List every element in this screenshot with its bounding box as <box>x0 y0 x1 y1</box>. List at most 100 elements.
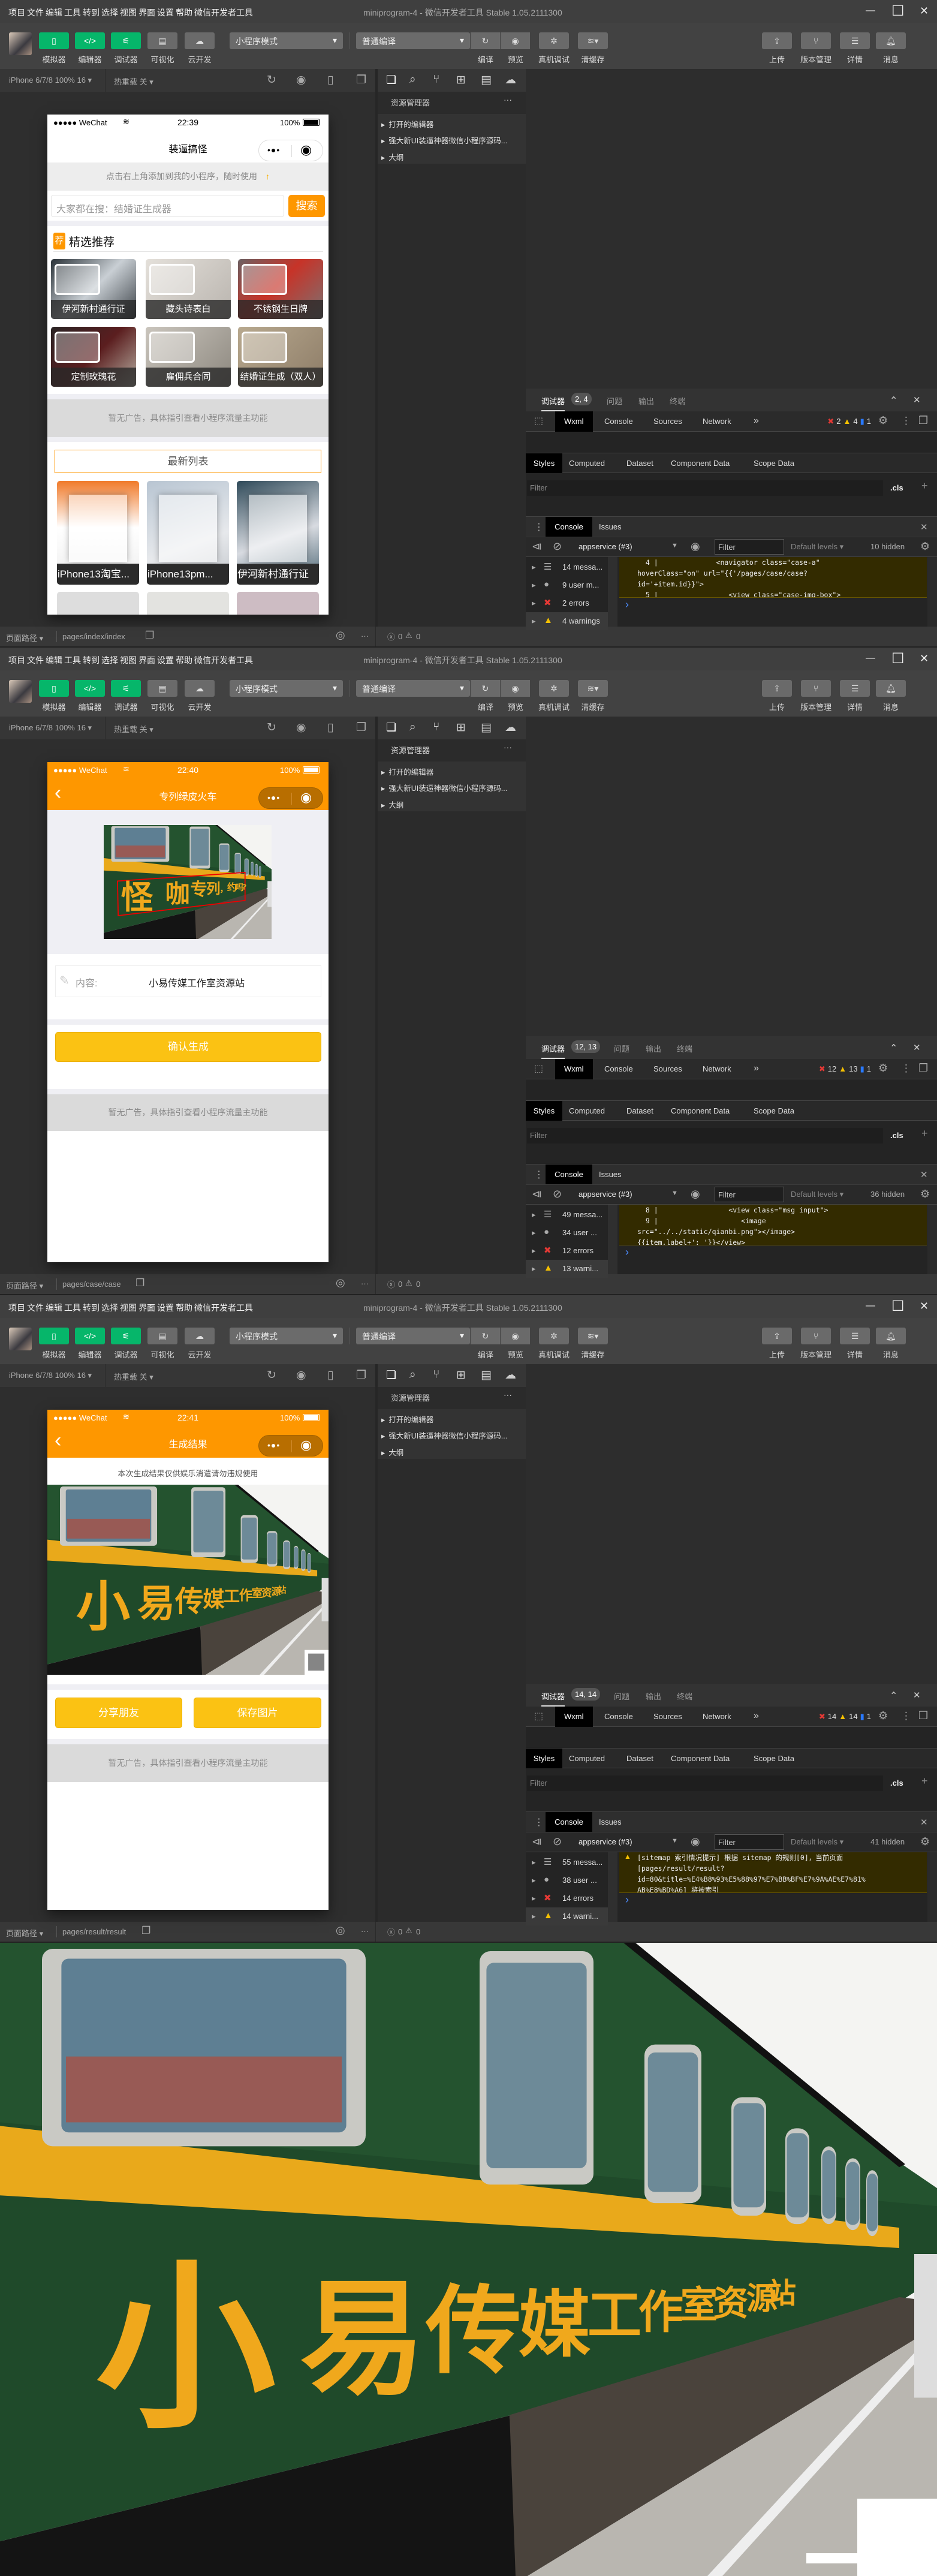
log-levels-select[interactable]: Default levels ▾ <box>791 1837 843 1847</box>
inspect-icon[interactable]: ⬚ <box>534 1063 543 1075</box>
tab-sources[interactable]: Sources <box>652 1707 684 1727</box>
clear-console-icon[interactable]: ⊘ <box>553 1188 562 1200</box>
outline-icon[interactable]: ▤ <box>481 73 492 87</box>
kebab-icon[interactable]: ⋮ <box>901 415 911 427</box>
messages-button[interactable]: 🔔︎ <box>876 680 906 697</box>
tool-visual-button[interactable]: ▤ <box>147 1328 177 1344</box>
page-path-label[interactable]: 页面路径 ▾ <box>6 632 43 643</box>
menu-item[interactable]: 编辑 <box>46 7 62 19</box>
close-miniprogram-icon[interactable]: ◉ <box>300 790 312 805</box>
tab-component-data[interactable]: Component Data <box>671 1101 730 1121</box>
upload-button[interactable]: ⇪ <box>762 1328 792 1344</box>
hot-reload-select[interactable]: 热重载 关 ▾ <box>114 1371 153 1382</box>
settings-icon[interactable]: ⚙ <box>920 1835 930 1848</box>
menu-item[interactable]: 微信开发者工具 <box>194 1302 253 1314</box>
menu-item[interactable]: 视图 <box>120 1302 137 1314</box>
menu-item[interactable]: 工具 <box>64 654 81 666</box>
details-button[interactable]: ☰ <box>840 32 870 49</box>
dock-icon[interactable]: ❐ <box>918 1062 928 1075</box>
tab-console[interactable]: Console <box>602 1707 635 1727</box>
docker-icon[interactable]: ☁ <box>505 721 516 735</box>
tab-computed[interactable]: Computed <box>569 453 605 473</box>
menu-item[interactable]: 工具 <box>64 7 81 19</box>
mode-select[interactable]: 小程序模式 ▾ <box>230 32 343 49</box>
docker-icon[interactable]: ☁ <box>505 73 516 87</box>
menu-item[interactable]: 界面 <box>138 654 155 666</box>
files-icon[interactable]: ❏ <box>386 73 396 87</box>
compile-select[interactable]: 普通编译 ▾ <box>356 1328 470 1344</box>
share-button[interactable]: 分享朋友 <box>55 1698 182 1728</box>
more-icon[interactable]: ··· <box>361 1927 369 1936</box>
kebab-icon[interactable]: ⋮ <box>901 1710 911 1722</box>
settings-icon[interactable]: ⚙ <box>878 414 888 427</box>
tab-debugger[interactable]: 调试器 <box>541 395 565 411</box>
close-icon[interactable]: ✕ <box>913 1042 921 1053</box>
tool-debugger-button[interactable]: ⚟ <box>111 1328 141 1344</box>
details-button[interactable]: ☰ <box>840 680 870 697</box>
menu-item[interactable]: 微信开发者工具 <box>194 654 253 666</box>
compile-button[interactable]: ↻ <box>471 32 500 49</box>
live-expression-icon[interactable]: ◉ <box>691 1188 700 1200</box>
styles-filter-input[interactable]: Filter <box>527 1775 883 1791</box>
console-sidebar-item[interactable]: ▸ ☰ 14 messa... <box>526 558 608 576</box>
close-icon[interactable]: ✕ <box>920 1817 928 1828</box>
styles-filter-input[interactable]: Filter <box>527 1128 883 1143</box>
tab-network[interactable]: Network <box>701 411 733 432</box>
tab-issues[interactable]: 问题 <box>607 395 622 407</box>
inspect-icon[interactable]: ⬚ <box>534 415 543 427</box>
tab-issues[interactable]: 问题 <box>614 1690 629 1702</box>
menu-item[interactable]: 转到 <box>83 654 100 666</box>
tab-styles[interactable]: Styles <box>526 1101 562 1121</box>
hot-reload-select[interactable]: 热重载 关 ▾ <box>114 76 153 87</box>
tool-editor-button[interactable]: </> <box>75 32 105 49</box>
console-sidebar-item[interactable]: ▸ ☰ 55 messa... <box>526 1853 608 1871</box>
explorer-item[interactable]: ▸ 打开的编辑器 <box>381 1413 433 1425</box>
cls-button[interactable]: .cls <box>890 483 903 492</box>
menu-item[interactable]: 视图 <box>120 7 137 19</box>
latest-item[interactable] <box>237 592 319 615</box>
tab-output[interactable]: 输出 <box>638 395 654 407</box>
menu-item[interactable]: 帮助 <box>176 7 192 19</box>
tool-debugger-button[interactable]: ⚟ <box>111 32 141 49</box>
eye-icon[interactable]: ◎ <box>336 1277 345 1289</box>
tab-issues[interactable]: Issues <box>599 1164 622 1184</box>
sidebar-toggle-icon[interactable]: ⧏ <box>532 1188 542 1200</box>
tool-editor-button[interactable]: </> <box>75 680 105 697</box>
console-vscroll[interactable] <box>927 557 937 627</box>
more-icon[interactable]: •●• <box>267 145 280 155</box>
mode-select[interactable]: 小程序模式 ▾ <box>230 1328 343 1344</box>
menu-item[interactable]: 项目 <box>8 7 25 19</box>
tool-visual-button[interactable]: ▤ <box>147 32 177 49</box>
more-icon[interactable]: ··· <box>504 1390 512 1400</box>
avatar[interactable] <box>9 32 32 55</box>
preview-button[interactable]: ◉ <box>501 32 530 49</box>
clear-console-icon[interactable]: ⊘ <box>553 1835 562 1848</box>
menu-item[interactable]: 选择 <box>101 654 118 666</box>
more-icon[interactable]: ··· <box>504 95 512 104</box>
details-button[interactable]: ☰ <box>840 1328 870 1344</box>
menu-item[interactable]: 项目 <box>8 1302 25 1314</box>
files-icon[interactable]: ❏ <box>386 721 396 735</box>
compile-select[interactable]: 普通编译 ▾ <box>356 32 470 49</box>
menu-item[interactable]: 转到 <box>83 1302 100 1314</box>
device-select[interactable]: iPhone 6/7/8 100% 16 ▾ <box>9 723 92 733</box>
console-vscroll[interactable] <box>927 1205 937 1274</box>
tool-cloud-button[interactable]: ☁ <box>185 32 215 49</box>
console-sidebar-item[interactable]: ▸ ▲ 13 warni... <box>526 1260 608 1278</box>
messages-button[interactable]: 🔔︎ <box>876 1328 906 1344</box>
extensions-icon[interactable]: ⊞ <box>456 1368 466 1382</box>
more-icon[interactable]: ··· <box>361 631 369 640</box>
menu-item[interactable]: 界面 <box>138 7 155 19</box>
explorer-item[interactable]: ▸ 强大新UI装逼神器微信小程序源码... <box>381 782 507 793</box>
tab-issues[interactable]: Issues <box>599 1812 622 1832</box>
tool-editor-button[interactable]: </> <box>75 1328 105 1344</box>
search-icon[interactable]: ⌕ <box>409 721 416 734</box>
more-tabs-icon[interactable]: » <box>754 416 759 426</box>
console-vscroll[interactable] <box>927 1852 937 1922</box>
tab-component-data[interactable]: Component Data <box>671 1749 730 1768</box>
device-icon[interactable]: ▯ <box>327 721 333 735</box>
close-icon[interactable]: ✕ <box>913 1690 921 1701</box>
remote-debug-button[interactable]: ✲ <box>539 680 569 697</box>
tab-console[interactable]: Console <box>546 517 592 537</box>
minimize-icon[interactable]: — <box>866 5 875 16</box>
